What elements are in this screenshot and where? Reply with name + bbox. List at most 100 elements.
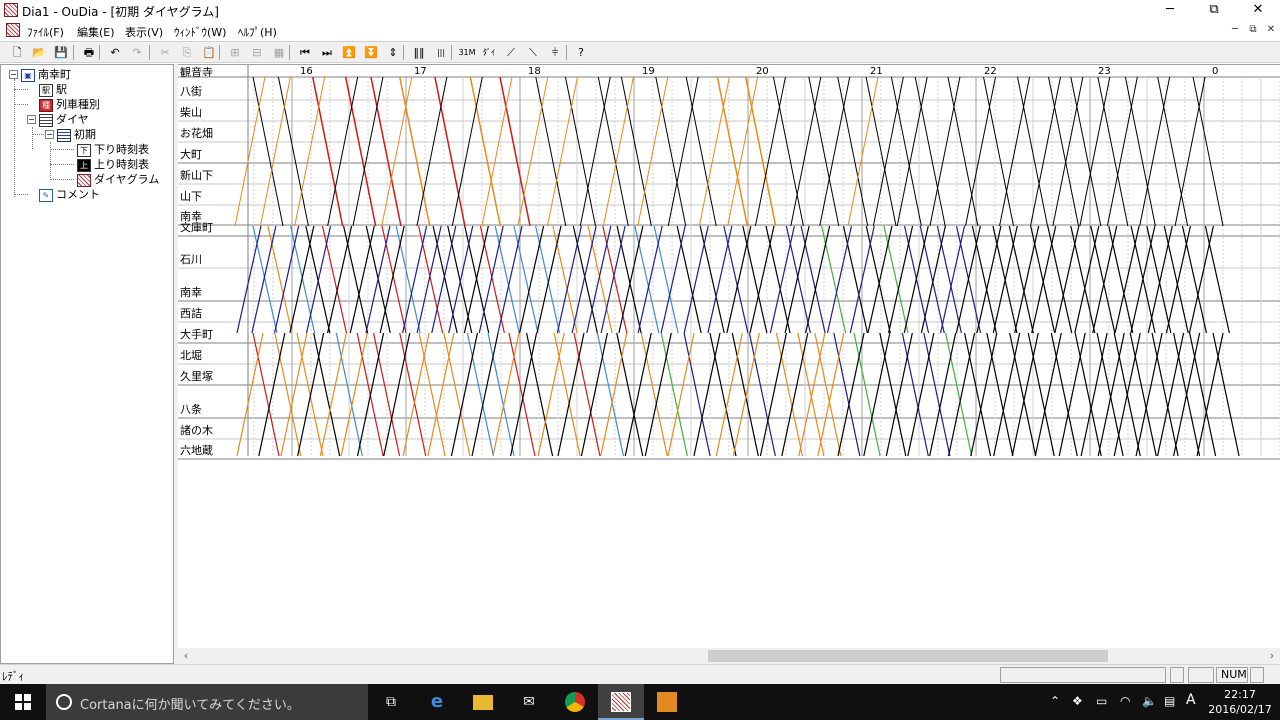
diagram-canvas[interactable]: 観音寺八街柴山お花畑大町新山下山下南幸文庫町石川南幸西詰大手町北堀久里塚八条諸の… xyxy=(178,65,1280,649)
expand-toggle-dia[interactable]: − xyxy=(27,115,36,124)
cortana-search-box[interactable]: Cortanaに何か聞いてみてください。 xyxy=(46,684,368,720)
zoom-station-icon[interactable]: ﾀﾞｲ xyxy=(480,44,498,61)
undo-icon[interactable]: ↶ xyxy=(106,44,124,61)
train-line xyxy=(399,76,431,227)
tree-item-initial[interactable]: 初期 xyxy=(57,127,96,142)
tree-item-train-types[interactable]: 種列車種別 xyxy=(39,97,100,112)
toolbar-separator xyxy=(149,45,150,60)
bottom-icon[interactable]: ⏬ xyxy=(362,44,380,61)
explorer-taskbar-button[interactable] xyxy=(460,684,506,720)
train-line xyxy=(1189,332,1217,457)
menu-edit[interactable]: 編集(E) xyxy=(77,24,115,40)
train-line xyxy=(597,76,629,227)
restore-button[interactable]: ⧉ xyxy=(1192,0,1236,20)
dia-icon xyxy=(39,113,53,127)
clock[interactable]: 22:17 2016/02/17 xyxy=(1204,687,1276,717)
scroll-right-icon[interactable]: › xyxy=(1264,648,1280,664)
vlines2-icon[interactable]: ||| xyxy=(432,44,450,61)
train-line xyxy=(634,225,660,334)
status-pane-1 xyxy=(1000,667,1166,683)
train-line xyxy=(1151,332,1179,457)
menu-file[interactable]: ﾌｧｲﾙ(F) xyxy=(27,24,64,40)
tree-item-station-label: 駅 xyxy=(56,83,67,96)
chrome-taskbar-button[interactable] xyxy=(552,684,598,720)
task-view-button[interactable]: ⧉ xyxy=(368,684,414,720)
train-line xyxy=(939,225,966,334)
expand-toggle-initial[interactable]: − xyxy=(45,130,54,139)
train-line xyxy=(494,225,520,334)
insert-row-icon[interactable]: ⊞ xyxy=(226,44,244,61)
copy-icon[interactable]: ⎘ xyxy=(178,44,196,61)
expand-toggle-root[interactable]: − xyxy=(9,70,18,79)
mdi-minimize-button[interactable]: ─ xyxy=(1228,23,1242,37)
train-line xyxy=(252,332,280,457)
hour-label: 20 xyxy=(756,66,769,77)
train-line xyxy=(481,76,513,227)
train-line xyxy=(1139,76,1171,227)
delete-row-icon[interactable]: ⊟ xyxy=(248,44,266,61)
up-trains-icon[interactable]: ⟍ xyxy=(524,44,542,61)
top-icon[interactable]: ⏫ xyxy=(340,44,358,61)
photo-taskbar-button[interactable] xyxy=(644,684,690,720)
train-line xyxy=(319,332,347,457)
station-label: 久里塚 xyxy=(180,370,213,383)
start-button[interactable] xyxy=(0,684,46,720)
train-line xyxy=(469,76,502,227)
train-line xyxy=(865,76,897,227)
scroll-thumb[interactable] xyxy=(708,650,1108,662)
mdi-restore-button[interactable]: ⧉ xyxy=(1246,23,1260,37)
last-icon[interactable]: ⏭ xyxy=(318,44,336,61)
chrome-icon xyxy=(565,692,585,712)
tree-item-up-timetable[interactable]: 上上り時刻表 xyxy=(77,157,149,172)
tree-item-diagram[interactable]: ダイヤグラム xyxy=(77,172,159,187)
mail-taskbar-button[interactable]: ✉ xyxy=(506,684,552,720)
battery-icon[interactable]: ▭ xyxy=(1096,694,1107,708)
save-icon[interactable]: 💾 xyxy=(52,44,70,61)
chevron-up-icon[interactable]: ⌃ xyxy=(1050,694,1060,708)
tree-item-comment[interactable]: ✎ コメント xyxy=(39,187,100,202)
vlines-icon[interactable]: ‖‖ xyxy=(410,44,428,61)
train-line xyxy=(947,76,979,227)
tree-item-dia[interactable]: ダイヤ xyxy=(39,112,89,127)
oudia-taskbar-button[interactable] xyxy=(598,684,644,720)
down-trains-icon[interactable]: ⟋ xyxy=(502,44,520,61)
first-icon[interactable]: ⏮ xyxy=(296,44,314,61)
menu-view[interactable]: 表示(V) xyxy=(125,24,163,40)
notification-icon[interactable]: ▤ xyxy=(1164,694,1175,708)
print-icon[interactable]: 🖶 xyxy=(80,44,98,61)
app-icon[interactable] xyxy=(4,3,18,17)
paste-icon[interactable]: 📋 xyxy=(200,44,218,61)
train-line xyxy=(471,332,499,457)
menu-help[interactable]: ﾍﾙﾌﾟ(H) xyxy=(238,24,277,40)
train-line xyxy=(814,332,842,457)
middle-icon[interactable]: ⇕ xyxy=(384,44,402,61)
cut-icon[interactable]: ✂ xyxy=(156,44,174,61)
tree-item-root[interactable]: ▣ 南幸町 xyxy=(21,67,71,82)
open-icon[interactable]: 📂 xyxy=(30,44,48,61)
grid-icon[interactable]: ▦ xyxy=(270,44,288,61)
mdi-close-button[interactable]: ✕ xyxy=(1264,23,1278,37)
new-icon[interactable]: 🗋 xyxy=(8,44,26,61)
menu-window[interactable]: ｳｨﾝﾄﾞｳ(W) xyxy=(174,24,226,40)
tree-item-station[interactable]: 駅駅 xyxy=(39,82,67,97)
ime-indicator[interactable]: A xyxy=(1186,692,1196,708)
minimize-button[interactable]: ─ xyxy=(1148,0,1192,20)
diagram-view[interactable]: 観音寺 八街 柴山 お花畑 大町 新山下 山下 南幸 文庫町 石川 南幸 西詰 大手町 北堀 久里塚 八条 諸の… xyxy=(178,64,1280,648)
stop-lines-icon[interactable]: ⫩ xyxy=(546,44,564,61)
edge-taskbar-button[interactable]: e xyxy=(414,684,460,720)
document-icon[interactable] xyxy=(6,23,20,37)
tree-item-down-timetable[interactable]: 下下り時刻表 xyxy=(77,142,149,157)
wifi-icon[interactable]: ◠ xyxy=(1120,694,1130,708)
train-line xyxy=(399,332,427,457)
horizontal-scrollbar[interactable]: ‹ › xyxy=(178,648,1280,664)
help-icon[interactable]: ? xyxy=(572,44,590,61)
train-line xyxy=(546,76,578,227)
zoom-time-icon[interactable]: 31M xyxy=(458,44,476,61)
scroll-left-icon[interactable]: ‹ xyxy=(178,648,194,664)
volume-icon[interactable]: 🔈 xyxy=(1142,694,1157,708)
station-label: 大町 xyxy=(180,147,202,161)
redo-icon[interactable]: ↷ xyxy=(128,44,146,61)
close-button[interactable]: ✕ xyxy=(1236,0,1280,20)
station-label: 西詰 xyxy=(180,306,202,320)
dropbox-icon[interactable]: ❖ xyxy=(1072,694,1083,708)
